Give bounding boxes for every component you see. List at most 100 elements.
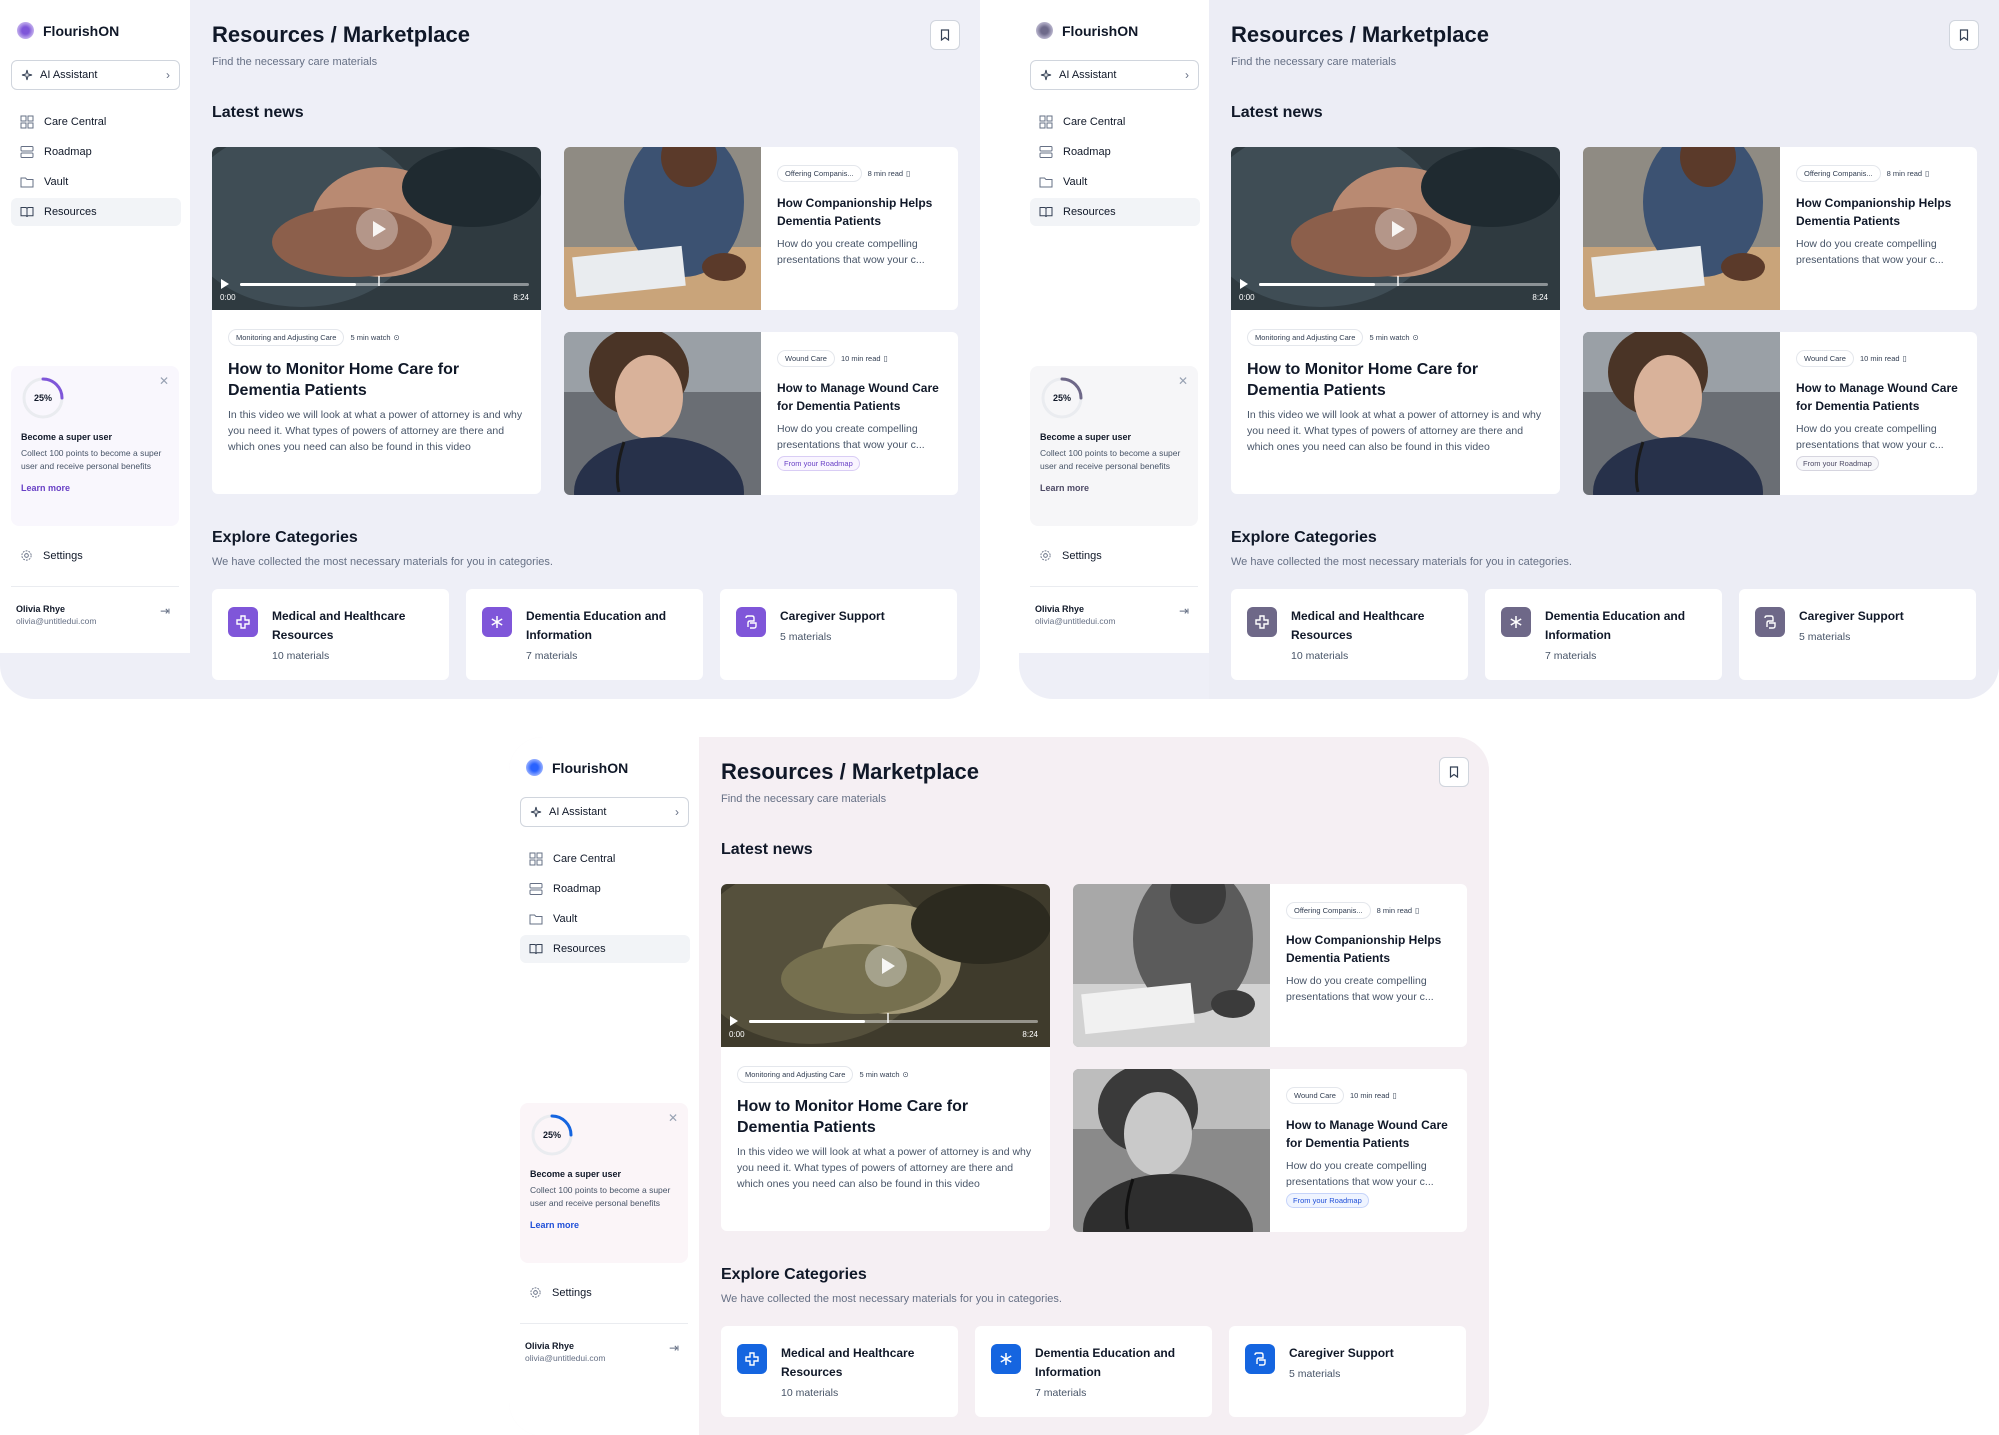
roadmap-badge: From your Roadmap (777, 456, 860, 471)
category-card-caregiver[interactable]: Caregiver Support 5 materials (1739, 589, 1976, 680)
play-button[interactable] (1375, 208, 1417, 250)
app-window-pink: FlourishON AI Assistant › Care Central R… (509, 737, 1489, 1435)
sidebar-item-vault[interactable]: Vault (1030, 168, 1200, 196)
category-card-dementia[interactable]: Dementia Education and Information 7 mat… (466, 589, 703, 680)
sidebar-item-label: Resources (553, 943, 606, 955)
logo[interactable]: FlourishON (17, 22, 119, 39)
user-profile[interactable]: Olivia Rhye olivia@untitledui.com (16, 604, 96, 626)
bookmark-button[interactable] (930, 20, 960, 50)
page-title: Resources / Marketplace (1231, 22, 1490, 47)
category-card-medical[interactable]: Medical and Healthcare Resources 10 mate… (212, 589, 449, 680)
ai-assistant-button[interactable]: AI Assistant › (11, 60, 180, 90)
sidebar-item-vault[interactable]: Vault (11, 168, 181, 196)
play-button[interactable] (356, 208, 398, 250)
category-tag: Offering Companis... (1796, 165, 1881, 182)
duration-label: 10 min read ▯ (1860, 354, 1907, 363)
hands-icon (736, 607, 766, 637)
sidebar-item-resources[interactable]: Resources (1030, 198, 1200, 226)
sidebar-item-resources[interactable]: Resources (520, 935, 690, 963)
play-button[interactable] (865, 945, 907, 987)
logout-icon[interactable]: ⇥ (160, 604, 170, 618)
ai-assistant-button[interactable]: AI Assistant › (1030, 60, 1199, 90)
settings-item[interactable]: Settings (20, 549, 83, 562)
video-progress[interactable] (749, 1020, 1038, 1023)
category-card-medical[interactable]: Medical and Healthcare Resources 10 mate… (721, 1326, 958, 1417)
feature-meta: Monitoring and Adjusting Care 5 min watc… (737, 1066, 909, 1083)
categories-title: Explore Categories (212, 529, 358, 546)
news-card[interactable]: Offering Companis... 8 min read ▯ How Com… (1073, 884, 1467, 1047)
video-progress[interactable] (1259, 283, 1548, 286)
sidebar-item-roadmap[interactable]: Roadmap (520, 875, 690, 903)
settings-label: Settings (552, 1286, 592, 1299)
card-image (1583, 332, 1780, 495)
close-icon[interactable]: ✕ (1178, 374, 1188, 388)
card-description-line: presentations that wow your c... (1286, 1176, 1434, 1188)
sidebar-item-care-central[interactable]: Care Central (520, 845, 690, 873)
sidebar-item-roadmap[interactable]: Roadmap (1030, 138, 1200, 166)
card-image (564, 332, 761, 495)
learn-more-link[interactable]: Learn more (1040, 483, 1188, 493)
category-card-dementia[interactable]: Dementia Education and Information 7 mat… (1485, 589, 1722, 680)
folder-icon (20, 177, 34, 188)
close-icon[interactable]: ✕ (668, 1111, 678, 1125)
feature-title: How to Monitor Home Care for Dementia Pa… (1247, 361, 1479, 399)
card-description-line: presentations that wow your c... (1286, 991, 1434, 1003)
news-card[interactable]: Wound Care 10 min read ▯ How to Manage Wo… (1073, 1069, 1467, 1232)
sidebar-item-label: Vault (1063, 176, 1088, 188)
sidebar-item-vault[interactable]: Vault (520, 905, 690, 933)
logo[interactable]: FlourishON (526, 759, 628, 776)
play-icon[interactable] (221, 279, 229, 289)
close-icon[interactable]: ✕ (159, 374, 169, 388)
settings-item[interactable]: Settings (1039, 549, 1102, 562)
video-progress[interactable] (240, 283, 529, 286)
sidebar-item-care-central[interactable]: Care Central (11, 108, 181, 136)
video-player[interactable]: 0:00 8:24 (721, 884, 1050, 1047)
play-icon[interactable] (730, 1016, 738, 1026)
user-profile[interactable]: Olivia Rhye olivia@untitledui.com (525, 1341, 605, 1363)
category-card-caregiver[interactable]: Caregiver Support 5 materials (720, 589, 957, 680)
card-description-line: How do you create compelling (777, 423, 918, 435)
logo[interactable]: FlourishON (1036, 22, 1138, 39)
featured-video-card[interactable]: 0:00 8:24 Monitoring and Adjusting Care … (212, 147, 541, 494)
card-description-line: How do you create compelling (1286, 1160, 1427, 1172)
super-user-promo: 25% ✕ Become a super user Collect 100 po… (520, 1103, 688, 1263)
bookmark-button[interactable] (1439, 757, 1469, 787)
card-description: How do you create compelling presentatio… (1286, 1158, 1454, 1190)
news-card[interactable]: Wound Care 10 min read ▯ How to Manage Wo… (1583, 332, 1977, 495)
page-title: Resources / Marketplace (721, 759, 980, 784)
sparkle-icon (1040, 69, 1052, 81)
learn-more-link[interactable]: Learn more (530, 1220, 678, 1230)
category-card-dementia[interactable]: Dementia Education and Information 7 mat… (975, 1326, 1212, 1417)
video-player[interactable]: 0:00 8:24 (212, 147, 541, 310)
logout-icon[interactable]: ⇥ (1179, 604, 1189, 618)
ai-assistant-button[interactable]: AI Assistant › (520, 797, 689, 827)
play-icon[interactable] (1240, 279, 1248, 289)
card-description-line: presentations that wow your c... (1796, 439, 1944, 451)
folder-icon (529, 914, 543, 925)
category-card-medical[interactable]: Medical and Healthcare Resources 10 mate… (1231, 589, 1468, 680)
featured-video-card[interactable]: 0:00 8:24 Monitoring and Adjusting Care … (721, 884, 1050, 1231)
news-card[interactable]: Offering Companis... 8 min read ▯ How Com… (1583, 147, 1977, 310)
user-profile[interactable]: Olivia Rhye olivia@untitledui.com (1035, 604, 1115, 626)
settings-item[interactable]: Settings (529, 1286, 592, 1299)
gear-icon (530, 1287, 541, 1298)
featured-video-card[interactable]: 0:00 8:24 Monitoring and Adjusting Care … (1231, 147, 1560, 494)
bookmark-button[interactable] (1949, 20, 1979, 50)
learn-more-link[interactable]: Learn more (21, 483, 169, 493)
category-card-caregiver[interactable]: Caregiver Support 5 materials (1229, 1326, 1466, 1417)
logout-icon[interactable]: ⇥ (669, 1341, 679, 1355)
feature-description: In this video we will look at what a pow… (737, 1146, 1032, 1190)
card-meta: Wound Care 10 min read ▯ (777, 350, 945, 367)
book-open-icon: ▯ (1415, 906, 1420, 915)
category-count: 10 materials (781, 1387, 839, 1399)
roadmap-badge: From your Roadmap (1796, 456, 1879, 471)
sidebar-item-roadmap[interactable]: Roadmap (11, 138, 181, 166)
promo-title: Become a super user (21, 432, 113, 442)
sidebar: FlourishON AI Assistant › Care Central R… (0, 0, 190, 653)
news-card[interactable]: Offering Companis... 8 min read ▯ How Com… (564, 147, 958, 310)
news-card[interactable]: Wound Care 10 min read ▯ How to Manage Wo… (564, 332, 958, 495)
video-player[interactable]: 0:00 8:24 (1231, 147, 1560, 310)
logo-icon (1036, 22, 1053, 39)
sidebar-item-resources[interactable]: Resources (11, 198, 181, 226)
sidebar-item-care-central[interactable]: Care Central (1030, 108, 1200, 136)
